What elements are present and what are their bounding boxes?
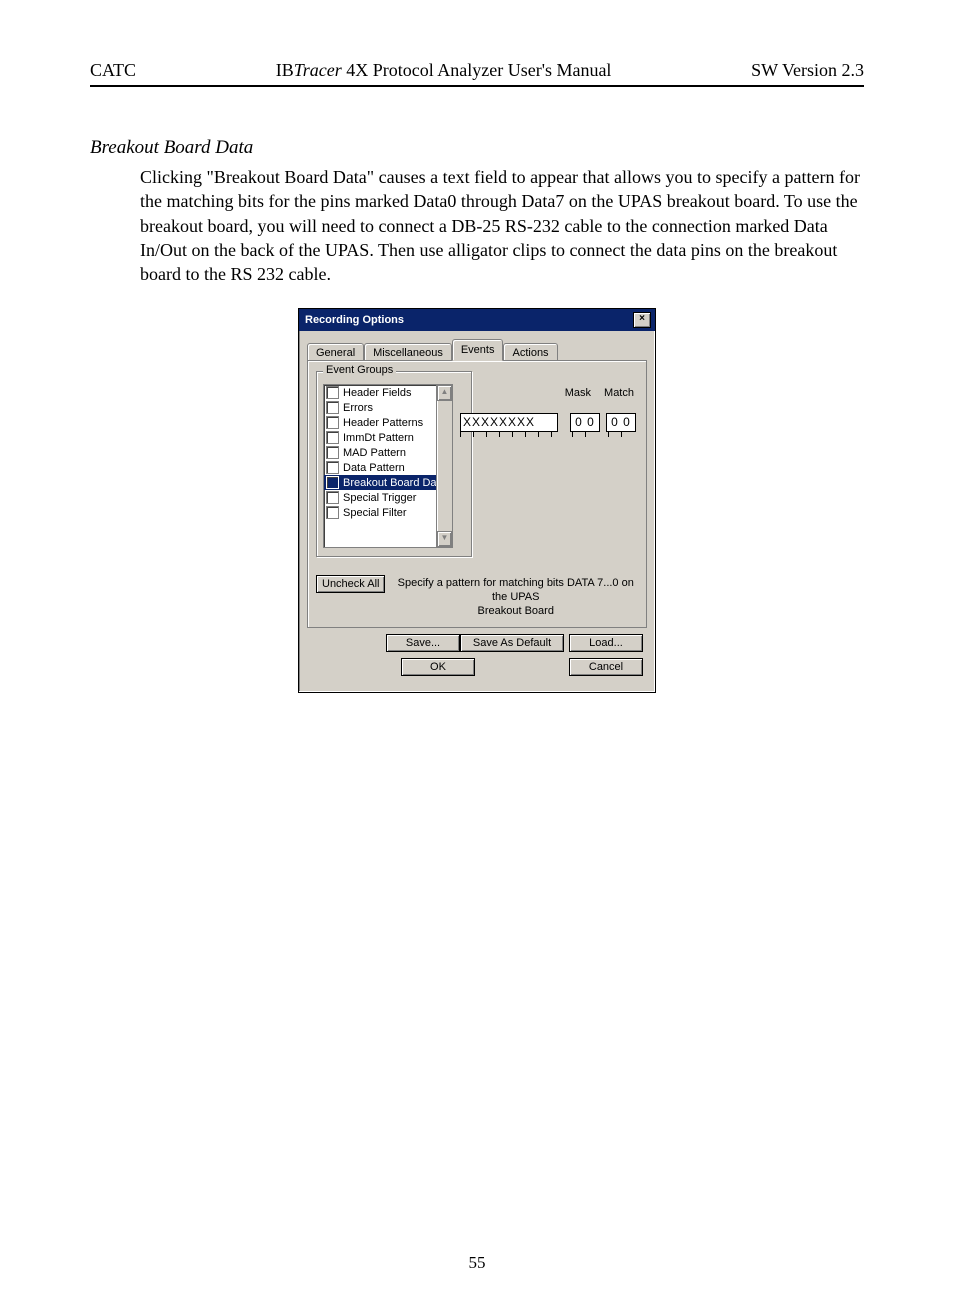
mask-label: Mask	[565, 387, 591, 399]
checkbox-icon[interactable]	[326, 491, 339, 504]
list-item-label: Breakout Board Data	[343, 477, 437, 489]
list-item[interactable]: MAD Pattern	[324, 445, 436, 460]
checkbox-icon[interactable]	[326, 386, 339, 399]
page-header: CATC IBTracer 4X Protocol Analyzer User'…	[90, 60, 864, 87]
event-groups-box: Event Groups Header Fields Errors Header…	[316, 371, 472, 557]
tab-strip: General Miscellaneous Events Actions	[307, 339, 647, 361]
mask-field[interactable]: 0 0	[570, 413, 600, 432]
checkbox-icon[interactable]	[326, 506, 339, 519]
checkbox-icon[interactable]	[326, 461, 339, 474]
checkbox-icon[interactable]	[326, 401, 339, 414]
page-number: 55	[90, 1253, 864, 1273]
list-item-label: Data Pattern	[343, 462, 405, 474]
list-item[interactable]: Errors	[324, 400, 436, 415]
checkbox-icon[interactable]	[326, 446, 339, 459]
save-button[interactable]: Save...	[386, 634, 460, 652]
list-item-label: MAD Pattern	[343, 447, 406, 459]
list-item[interactable]: Header Fields	[324, 385, 436, 400]
list-item[interactable]: Header Patterns	[324, 415, 436, 430]
match-label: Match	[604, 387, 634, 399]
save-as-default-button[interactable]: Save As Default	[460, 634, 564, 652]
list-item-label: Special Filter	[343, 507, 407, 519]
recording-options-dialog: Recording Options × General Miscellaneou…	[298, 308, 656, 692]
header-right: SW Version 2.3	[751, 60, 864, 81]
list-item[interactable]: Data Pattern	[324, 460, 436, 475]
pattern-field[interactable]: XXXXXXXX	[460, 413, 558, 432]
list-item-label: Errors	[343, 402, 373, 414]
dialog-title: Recording Options	[305, 314, 404, 326]
status-message: Specify a pattern for matching bits DATA…	[393, 575, 638, 618]
list-item-label: Special Trigger	[343, 492, 416, 504]
dialog-buttons: Save... Save As Default Load... OK Cance…	[307, 634, 647, 676]
list-item-selected[interactable]: Breakout Board Data	[324, 475, 436, 490]
scrollbar[interactable]: ▲ ▼	[437, 384, 453, 548]
scroll-up-icon[interactable]: ▲	[437, 385, 452, 401]
pattern-pane: Mask Match XXXXXXXX 0 0 0 0	[480, 371, 638, 557]
list-item[interactable]: Special Filter	[324, 505, 436, 520]
column-headers: Mask Match	[555, 387, 634, 399]
close-icon[interactable]: ×	[633, 312, 651, 328]
list-item-label: Header Patterns	[343, 417, 423, 429]
list-item-label: Header Fields	[343, 387, 411, 399]
body-text: Clicking "Breakout Board Data" causes a …	[140, 165, 864, 286]
list-item-label: ImmDt Pattern	[343, 432, 414, 444]
section-heading: Breakout Board Data	[90, 137, 864, 159]
scroll-down-icon[interactable]: ▼	[437, 531, 452, 547]
uncheck-all-button[interactable]: Uncheck All	[316, 575, 385, 593]
checkbox-icon[interactable]	[326, 431, 339, 444]
event-groups-list[interactable]: Header Fields Errors Header Patterns Imm…	[323, 384, 437, 548]
load-button[interactable]: Load...	[569, 634, 643, 652]
titlebar: Recording Options ×	[299, 309, 655, 331]
list-item[interactable]: Special Trigger	[324, 490, 436, 505]
tab-events[interactable]: Events	[452, 339, 504, 361]
cancel-button[interactable]: Cancel	[569, 658, 643, 676]
event-groups-label: Event Groups	[323, 364, 396, 376]
match-field[interactable]: 0 0	[606, 413, 636, 432]
checkbox-icon[interactable]	[326, 416, 339, 429]
tab-panel-events: Event Groups Header Fields Errors Header…	[307, 360, 647, 627]
header-left: CATC	[90, 60, 136, 81]
checkbox-icon[interactable]	[326, 476, 339, 489]
ok-button[interactable]: OK	[401, 658, 475, 676]
list-item[interactable]: ImmDt Pattern	[324, 430, 436, 445]
header-center: IBTracer 4X Protocol Analyzer User's Man…	[136, 60, 751, 81]
